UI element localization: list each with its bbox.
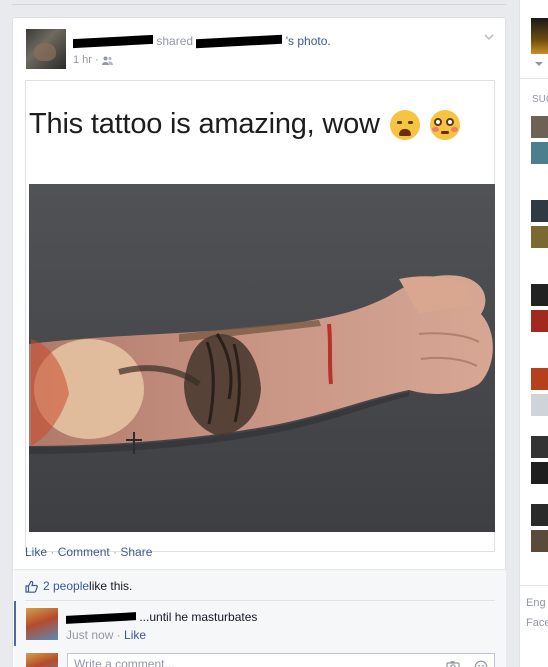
sidebar-divider [520,78,548,79]
comment-body: ...until he masturbates [66,610,257,624]
weary-face-emoji [389,110,420,141]
camera-icon[interactable] [446,660,460,667]
chevron-down-icon[interactable] [483,31,495,43]
suggestion-thumb[interactable] [531,462,548,484]
action-separator: · [109,545,121,559]
game-app-thumbnail[interactable] [531,18,548,54]
shared-label: shared [156,34,194,48]
top-divider [12,4,506,5]
comment-like-link[interactable]: Like [124,628,146,642]
meta-dot: · [94,54,99,66]
thumbs-up-icon [25,580,38,593]
redacted-commenter-name[interactable] [66,611,136,624]
suggestion-thumb[interactable] [531,504,548,526]
emoticon-icon[interactable] [474,660,488,667]
comment-text: ...until he masturbates [139,610,258,624]
comment-timestamp[interactable]: Just now [66,628,113,642]
comment-item: ...until he masturbates Just now · Like [14,601,506,646]
footer-language-link[interactable]: Eng [526,597,546,609]
shared-photo-card[interactable]: This tattoo is amazing, wow [25,80,495,552]
write-comment-row: Write a comment... [14,649,506,667]
likes-suffix: like this. [89,579,133,593]
suggestion-thumb[interactable] [531,200,548,222]
suggestion-thumb[interactable] [531,436,548,458]
new-comment-indicator [14,601,16,646]
suggestion-thumb[interactable] [531,368,548,390]
tattoo-photo[interactable] [29,184,495,532]
forearm-tattoo-image [29,184,495,532]
suggestion-thumb[interactable] [531,284,548,306]
friends-icon[interactable] [101,56,113,65]
likers-link[interactable]: 2 people [43,579,89,593]
comment-input[interactable]: Write a comment... [67,653,495,667]
suggestion-thumb[interactable] [531,116,548,138]
share-action[interactable]: Share [120,545,152,559]
comment-meta: Just now · Like [66,628,147,642]
post-meta: 1 hr · [73,54,113,66]
sidebar-divider [520,585,548,586]
caret-down-icon[interactable] [534,60,544,68]
suggestions-label: SUG [532,94,548,105]
post-timestamp[interactable]: 1 hr [73,54,92,66]
feedback-section: 2 people like this. ...until he masturba… [14,569,506,667]
suggestion-thumb[interactable] [531,226,548,248]
redacted-owner-name[interactable] [196,35,283,49]
author-avatar[interactable] [26,29,66,69]
commenter-avatar[interactable] [26,608,58,640]
suggestion-thumb[interactable] [531,530,548,552]
likes-summary: 2 people like this. [25,579,132,593]
comment-action[interactable]: Comment [58,545,110,559]
redacted-author-name[interactable] [73,35,153,49]
post-header: shared 's photo. [73,34,331,50]
suggestion-thumb[interactable] [531,142,548,164]
right-sidebar: SUG Eng Face [519,0,548,667]
post-actions: Like · Comment · Share [25,545,152,559]
photo-caption: This tattoo is amazing, wow [29,108,460,141]
photo-link[interactable]: 's photo. [286,34,331,48]
suggestion-thumb[interactable] [531,394,548,416]
action-separator: · [47,545,58,559]
viewer-avatar [26,653,58,667]
like-action[interactable]: Like [25,545,47,559]
footer-facebook-link[interactable]: Face [526,617,548,629]
comment-input-icons [446,660,488,667]
flushed-face-emoji [429,110,460,141]
caption-text: This tattoo is amazing, wow [29,108,380,140]
suggestion-thumb[interactable] [531,310,548,332]
news-feed-post: shared 's photo. 1 hr · This tattoo is a… [12,17,506,667]
